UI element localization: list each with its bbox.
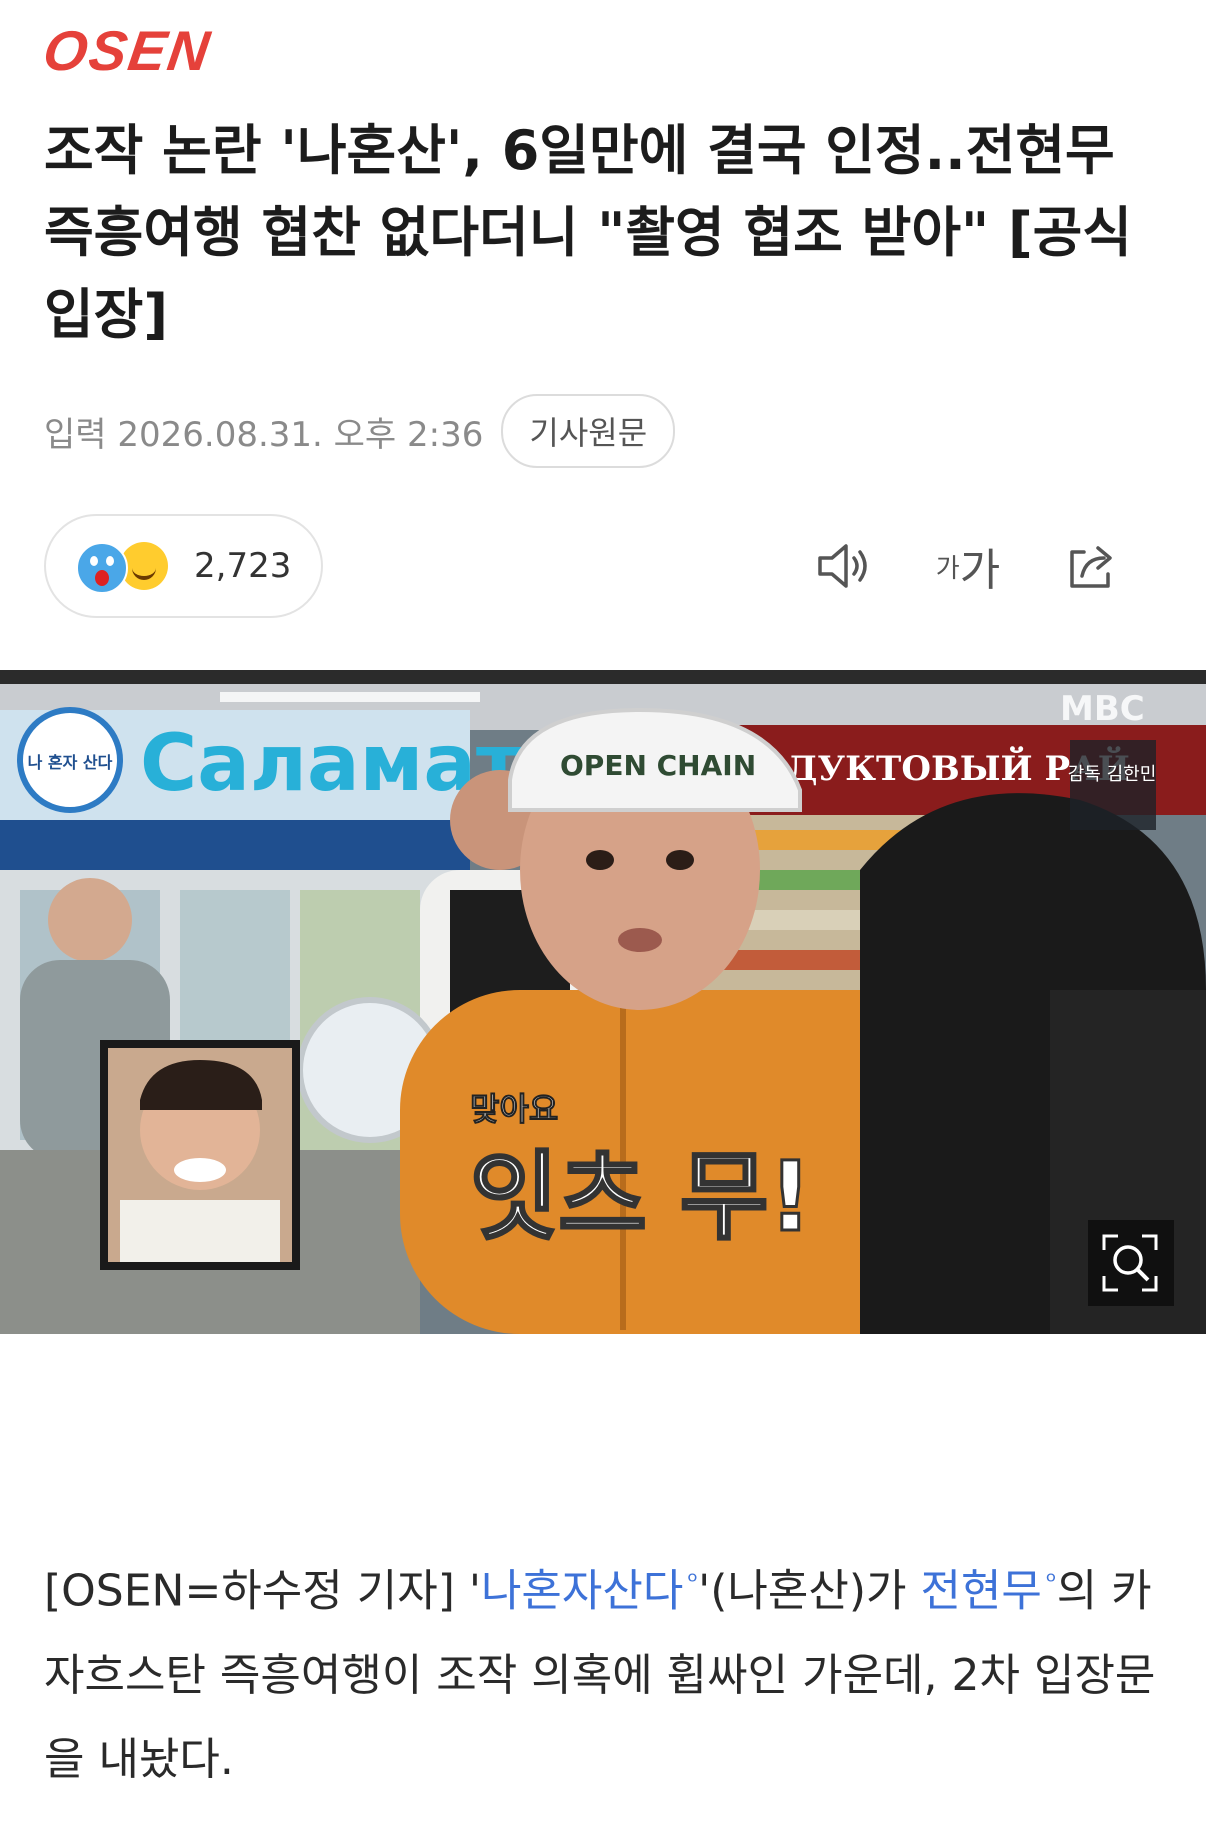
surprised-emoji-icon	[76, 542, 128, 594]
search-icon[interactable]: ᵒ	[687, 1567, 698, 1597]
body-prefix: [OSEN=하수정 기자] '	[44, 1565, 481, 1617]
article-photo[interactable]: 나 혼자 산다 Саламат ПРОДУКТОВЫЙ РАЙ OPEN CHA…	[0, 670, 1206, 1334]
article-headline: 조작 논란 '나혼산', 6일만에 결국 인정..전현무 즉흥여행 협찬 없다더…	[44, 119, 1132, 346]
subtitle-small: 맞아요	[470, 1090, 558, 1128]
publish-date: 입력 2026.08.31. 오후 2:36	[44, 414, 484, 455]
article-tools: 가가	[812, 534, 1124, 598]
article-meta: 입력 2026.08.31. 오후 2:36 기사원문	[44, 394, 676, 468]
search-icon[interactable]: ᵒ	[1046, 1567, 1057, 1597]
body-mid: '(나혼산)가	[698, 1565, 921, 1617]
osen-logo[interactable]: OSEN	[39, 18, 216, 83]
tag-link-person[interactable]: 전현무	[920, 1566, 1041, 1617]
show-logo-mini: 나 혼자 산다	[28, 753, 113, 772]
share-icon[interactable]	[1060, 534, 1124, 598]
credit-text: 감독 김한민	[1068, 764, 1157, 785]
original-article-button[interactable]: 기사원문	[501, 394, 676, 468]
reaction-count: 2,723	[194, 546, 292, 586]
speaker-icon[interactable]	[812, 534, 876, 598]
font-size-large-glyph: 가	[959, 545, 1001, 596]
cap-text: OPEN CHAIN	[560, 749, 756, 782]
font-size-small-glyph: 가	[935, 553, 960, 584]
article-toolbar: 2,723 가가	[44, 512, 1134, 620]
reaction-emojis	[76, 538, 180, 594]
broadcaster-logo: MBC	[1060, 689, 1145, 729]
tag-link-show[interactable]: 나혼자산다	[481, 1566, 683, 1617]
subtitle-big: 잇츠 무!	[470, 1141, 812, 1253]
article-body: [OSEN=하수정 기자] '나혼자산다 ᵒ'(나혼산)가 전현무 ᵒ의 카자흐스탄…	[44, 1540, 1164, 1802]
reaction-button[interactable]: 2,723	[44, 514, 324, 618]
font-size-icon[interactable]: 가가	[936, 534, 1000, 598]
zoom-button[interactable]	[1088, 1220, 1174, 1306]
